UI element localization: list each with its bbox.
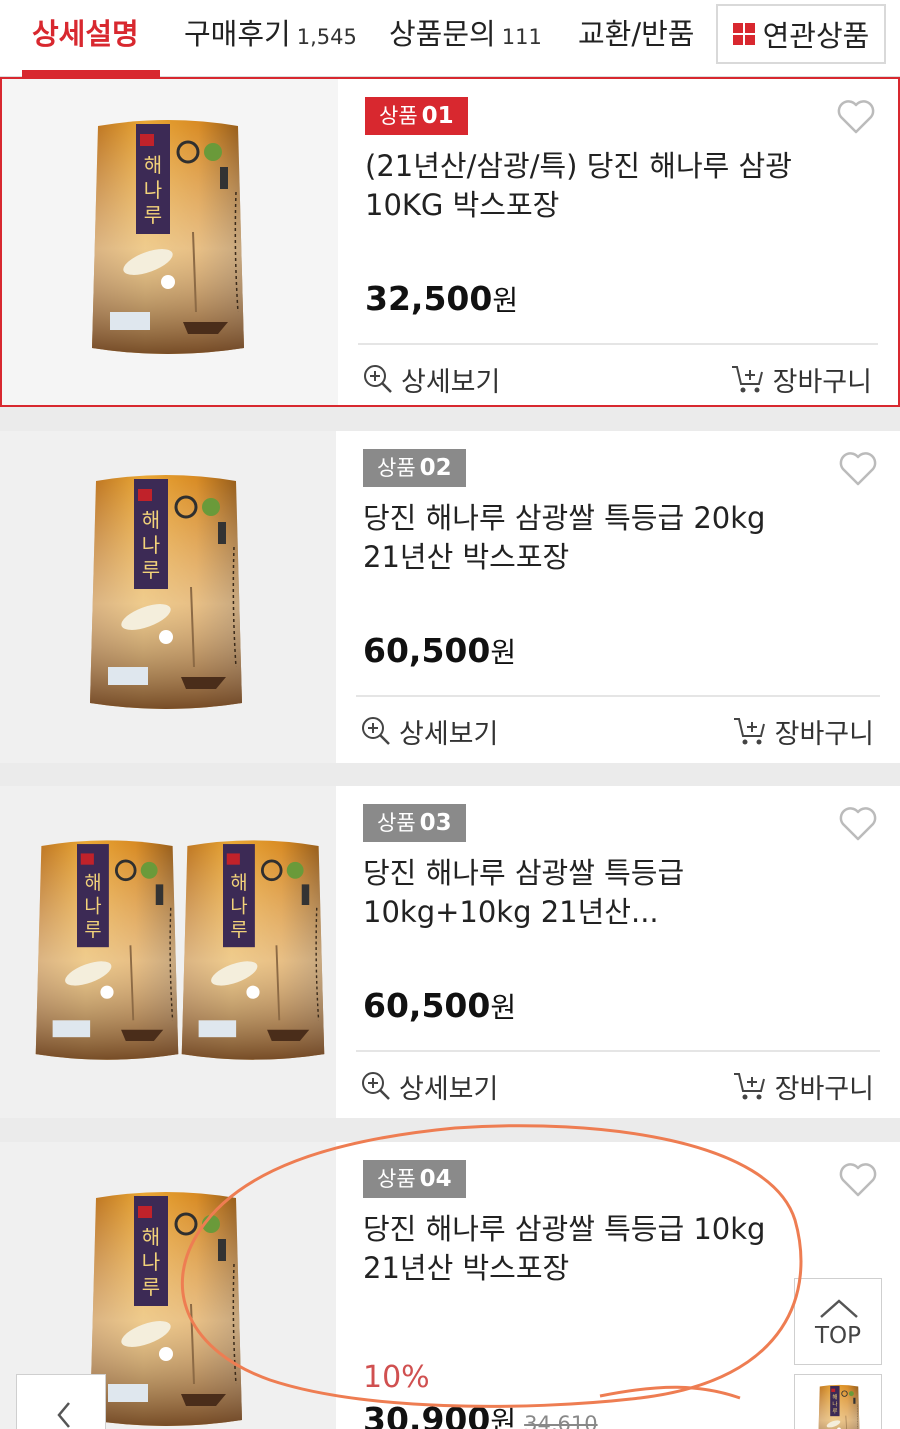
zoom-in-icon [362,1072,390,1100]
scroll-top-label: TOP [814,1323,862,1349]
divider [356,1050,880,1052]
heart-icon[interactable] [838,451,878,487]
add-to-cart-label: 장바구니 [774,1073,874,1105]
product-price: 60,500원 [363,986,516,1026]
badge-number: 01 [421,103,454,129]
recent-product-thumbnail[interactable] [794,1374,882,1429]
add-to-cart-button[interactable]: 장바구니 [733,711,874,751]
tab-inquiry[interactable]: 상품문의 111 [389,14,542,54]
related-products-label: 연관상품 [762,19,870,53]
grid-icon [732,23,755,45]
badge-label: 상품 [377,456,416,480]
tab-bar: 상세설명 구매후기 1,545 상품문의 111 교환/반품 연관상품 [0,0,900,77]
chevron-left-icon [57,1402,70,1428]
cart-add-icon [733,718,765,745]
product-price: 60,500원 [363,631,516,671]
detail-view-button[interactable]: 상세보기 [361,1066,498,1106]
product-badge: 상품 01 [365,97,468,135]
badge-number: 02 [419,455,452,481]
tab-reviews-label: 구매후기 [184,17,291,51]
discount-rate: 10% [363,1360,430,1395]
active-tab-indicator [22,70,160,77]
product-badge: 상품 03 [363,804,466,842]
product-card-04[interactable]: 상품 04 당진 해나루 삼광쌀 특등급 10kg 21년산 박스포장 10% 3… [0,1142,900,1429]
chevron-up-icon [820,1299,858,1318]
product-price: 30,900원 34,610 [363,1400,598,1429]
badge-label: 상품 [377,1167,416,1191]
heart-icon[interactable] [836,99,876,135]
zoom-in-icon [362,717,390,745]
currency: 원 [490,991,517,1024]
product-image[interactable] [2,79,338,405]
add-to-cart-label: 장바구니 [772,366,872,398]
price-value: 30,900 [363,1400,491,1429]
badge-number: 04 [419,1166,452,1192]
product-name[interactable]: 당진 해나루 삼광쌀 특등급 10kg 21년산 박스포장 [363,1210,803,1288]
cart-add-icon [731,366,763,393]
product-card-02[interactable]: 상품 02 당진 해나루 삼광쌀 특등급 20kg 21년산 박스포장 60,50… [0,431,900,763]
currency: 원 [490,1405,517,1429]
tab-detail[interactable]: 상세설명 [32,14,139,54]
add-to-cart-label: 장바구니 [774,718,874,750]
tab-inquiry-label: 상품문의 [389,17,496,51]
badge-label: 상품 [377,811,416,835]
zoom-in-icon [364,365,392,393]
add-to-cart-button[interactable]: 장바구니 [733,1066,874,1106]
price-value: 60,500 [363,631,491,670]
divider [358,343,878,345]
product-price: 32,500원 [365,279,518,319]
tab-detail-label: 상세설명 [32,17,139,51]
rice-bag-image [88,473,244,711]
detail-view-button[interactable]: 상세보기 [361,711,498,751]
rice-bag-mini-image [817,1384,861,1429]
detail-view-label: 상세보기 [399,718,499,750]
inquiry-count: 111 [501,25,542,49]
detail-view-label: 상세보기 [399,1073,499,1105]
reviews-count: 1,545 [296,25,357,49]
cart-add-icon [733,1073,765,1100]
product-name[interactable]: (21년산/삼광/특) 당진 해나루 삼광 10KG 박스포장 [365,147,805,225]
tab-exchange[interactable]: 교환/반품 [578,14,696,54]
add-to-cart-button[interactable]: 장바구니 [731,359,872,399]
price-value: 60,500 [363,986,491,1025]
product-card-01[interactable]: 상품 01 (21년산/삼광/특) 당진 해나루 삼광 10KG 박스포장 32,… [0,77,900,407]
product-image[interactable] [0,431,336,763]
detail-view-button[interactable]: 상세보기 [363,359,500,399]
product-name[interactable]: 당진 해나루 삼광쌀 특등급 20kg 21년산 박스포장 [363,499,803,577]
product-card-03[interactable]: 상품 03 당진 해나루 삼광쌀 특등급10kg+10kg 21년산... 60,… [0,786,900,1118]
heart-icon[interactable] [838,1162,878,1198]
divider [356,695,880,697]
prev-button[interactable] [16,1374,106,1429]
product-badge: 상품 04 [363,1160,466,1198]
tab-reviews[interactable]: 구매후기 1,545 [184,14,357,54]
rice-bag-image [90,118,246,356]
tab-exchange-label: 교환/반품 [578,17,695,51]
product-badge: 상품 02 [363,449,466,487]
original-price: 34,610 [524,1412,598,1429]
heart-icon[interactable] [838,806,878,842]
product-name[interactable]: 당진 해나루 삼광쌀 특등급10kg+10kg 21년산... [363,854,803,932]
badge-label: 상품 [379,104,418,128]
currency: 원 [490,636,517,669]
currency: 원 [492,284,519,317]
related-products-button[interactable]: 연관상품 [716,4,886,64]
badge-number: 03 [419,810,452,836]
detail-view-label: 상세보기 [401,366,501,398]
price-value: 32,500 [365,279,493,318]
product-image[interactable] [0,786,336,1118]
scroll-top-button[interactable]: TOP [794,1278,882,1365]
rice-bag-pair-image [34,838,326,1062]
